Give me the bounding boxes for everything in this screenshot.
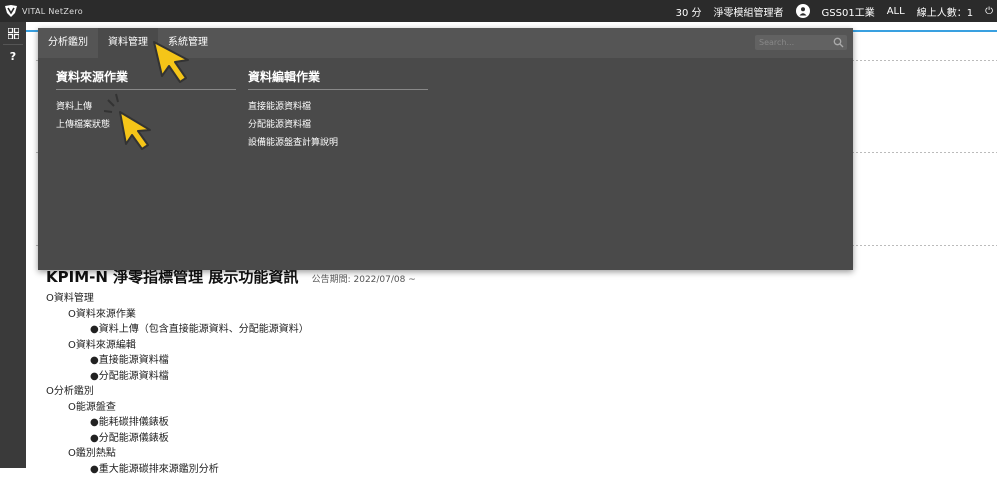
user-role: 淨零模組管理者 (714, 4, 784, 19)
tree-item: ●直接能源資料檔 (46, 353, 309, 369)
column-heading: 資料來源作業 (56, 68, 236, 90)
tree-item: O資料來源編輯 (46, 338, 309, 354)
brand-logo[interactable]: VITAL NetZero (4, 4, 83, 18)
tree-item: O資料管理 (46, 291, 309, 307)
column-heading: 資料編輯作業 (248, 68, 428, 90)
feature-tree: O資料管理 O資料來源作業 ●資料上傳（包含直接能源資料、分配能源資料） O資料… (46, 291, 309, 477)
menu-item-direct-energy[interactable]: 直接能源資料檔 (248, 98, 428, 116)
help-label: ? (10, 50, 16, 63)
tab-data-management[interactable]: 資料管理 (98, 28, 158, 58)
announcement-title: KPIM-N 淨零指標管理 展示功能資訊 (46, 268, 298, 286)
scope-selector[interactable]: ALL (887, 6, 905, 17)
tree-item: O分析鑑別 (46, 384, 309, 400)
power-icon: ⏻ (985, 6, 993, 17)
announcement-date: 公告期間: 2022/07/08 ~ (312, 275, 416, 285)
tree-item: O資料來源作業 (46, 307, 309, 323)
session-timer: 30 分 (676, 4, 702, 19)
tab-analysis[interactable]: 分析鑑別 (38, 28, 98, 58)
tree-item: ●重大能源碳排來源鑑別分析 (46, 462, 309, 477)
cursor-click-icon (104, 92, 164, 152)
org-name[interactable]: GSS01工業 (822, 4, 875, 19)
grid-icon (8, 28, 19, 39)
tree-item: ●能耗碳排儀錶板 (46, 415, 309, 431)
menu-item-equipment-calc[interactable]: 設備能源盤查計算說明 (248, 134, 428, 152)
tree-item: ●分配能源儀錶板 (46, 431, 309, 447)
online-count: 線上人數：1 (917, 4, 973, 19)
top-bar: VITAL NetZero 30 分 淨零模組管理者 GSS01工業 ALL 線… (0, 0, 997, 22)
logout-button[interactable]: ⏻ (985, 6, 993, 17)
help-button[interactable]: ? (0, 45, 26, 67)
apps-grid-button[interactable] (0, 22, 26, 44)
tree-item: ●資料上傳（包含直接能源資料、分配能源資料） (46, 322, 309, 338)
user-icon[interactable] (796, 4, 810, 18)
tree-item: O鑑別熱點 (46, 446, 309, 462)
menu-item-allocated-energy[interactable]: 分配能源資料檔 (248, 116, 428, 134)
left-rail: ? (0, 22, 26, 468)
tree-item: O能源盤查 (46, 400, 309, 416)
cursor-arrow-icon (150, 38, 198, 90)
menu-search (755, 35, 847, 50)
header-status: 30 分 淨零模組管理者 GSS01工業 ALL 線上人數：1 ⏻ (676, 0, 997, 22)
menu-column-data-edit: 資料編輯作業 直接能源資料檔 分配能源資料檔 設備能源盤查計算說明 (248, 68, 428, 152)
search-icon[interactable] (833, 37, 844, 48)
shield-logo-icon (4, 4, 18, 18)
tree-item: ●分配能源資料檔 (46, 369, 309, 385)
brand-name: VITAL NetZero (22, 7, 83, 16)
search-input[interactable] (755, 36, 833, 49)
